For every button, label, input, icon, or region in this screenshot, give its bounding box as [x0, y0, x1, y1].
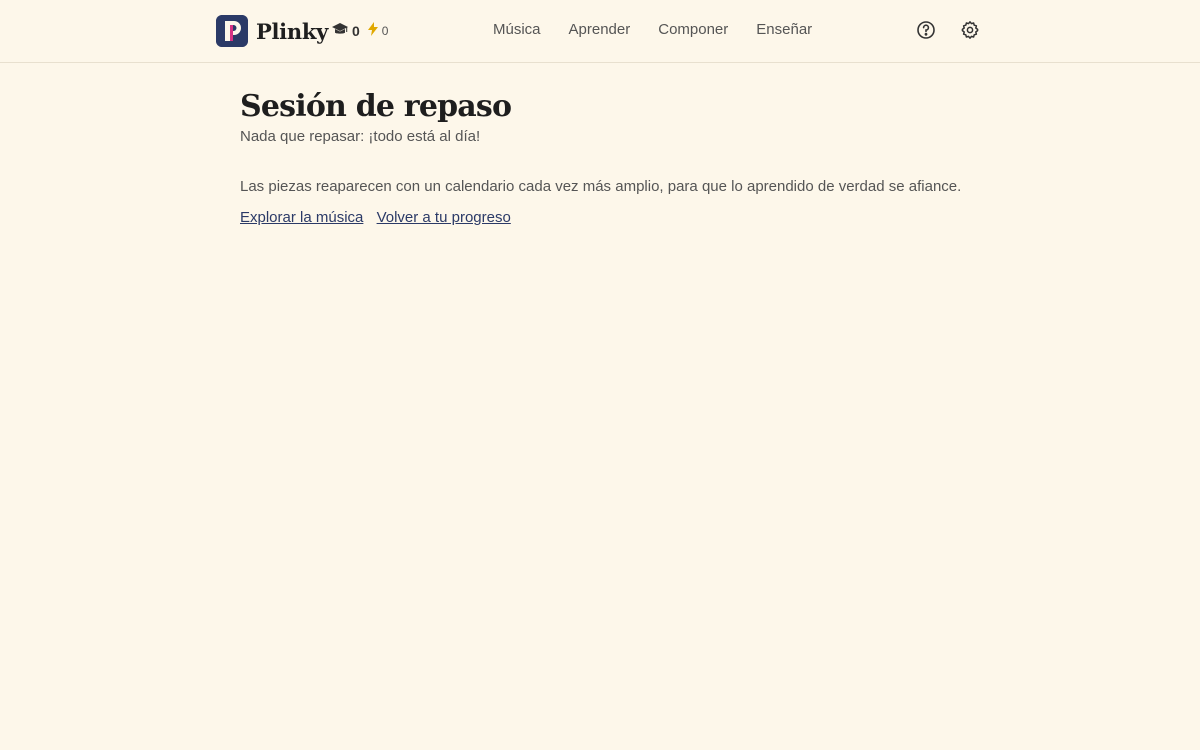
- energy-count: 0: [381, 23, 389, 38]
- review-session-content: Sesión de repaso Nada que repasar: ¡todo…: [240, 88, 1000, 226]
- page-title: Sesión de repaso: [240, 89, 512, 124]
- explore-music-link[interactable]: Explorar la música: [240, 209, 363, 226]
- nav-item-musica[interactable]: Música: [493, 21, 541, 38]
- plinky-logo-icon: [216, 15, 248, 47]
- help-circle-icon[interactable]: [916, 20, 936, 40]
- brand-logo-link[interactable]: Plinky: [216, 15, 328, 47]
- action-links: Explorar la música Volver a tu progreso: [240, 209, 1000, 226]
- learned-count: 0: [352, 22, 360, 39]
- graduation-cap-icon: [332, 22, 348, 39]
- user-stats: 0 0: [332, 22, 396, 39]
- nav-item-aprender[interactable]: Aprender: [569, 21, 631, 38]
- brand-name: Plinky: [256, 18, 328, 44]
- review-status-text: Nada que repasar: ¡todo está al día!: [240, 128, 481, 145]
- spaced-repetition-info: Las piezas reaparecen con un calendario …: [240, 178, 962, 195]
- learned-stat: 0: [332, 22, 360, 39]
- nav-item-ensenar[interactable]: Enseñar: [756, 21, 812, 38]
- nav-item-componer[interactable]: Componer: [658, 21, 728, 38]
- main-nav: Música Aprender Componer Enseñar: [493, 21, 840, 38]
- energy-stat: 0: [367, 22, 389, 39]
- header-actions: [916, 20, 1004, 40]
- lightning-icon: [367, 22, 378, 39]
- back-to-progress-link[interactable]: Volver a tu progreso: [377, 209, 511, 226]
- top-header: Plinky 0 0 Música Aprender Componer Ense…: [0, 0, 1200, 63]
- gear-icon[interactable]: [960, 20, 980, 40]
